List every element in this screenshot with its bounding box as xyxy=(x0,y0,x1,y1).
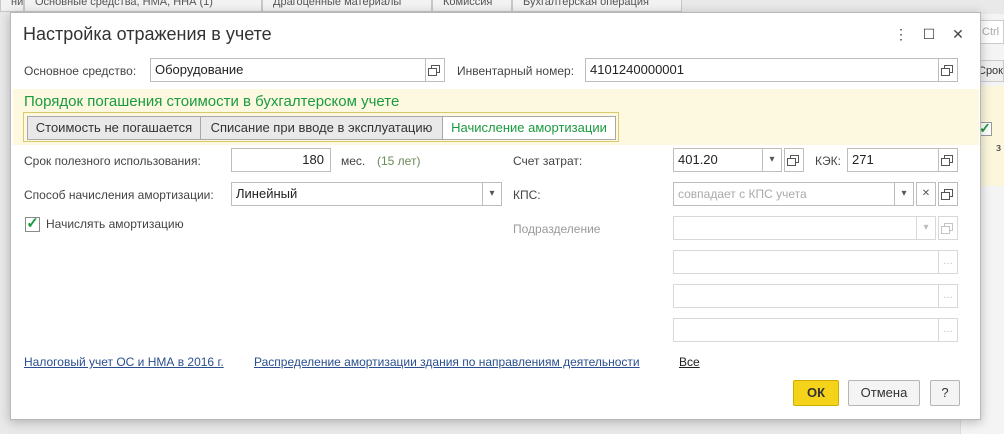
ok-button[interactable]: ОК xyxy=(793,380,839,406)
depreciation-distribution-link[interactable]: Распределение амортизации здания по напр… xyxy=(254,355,640,369)
useful-life-label: Срок полезного использования: xyxy=(24,154,201,168)
segment-write-off[interactable]: Списание при вводе в эксплуатацию xyxy=(200,116,443,140)
department-dropdown-button[interactable]: ▾ xyxy=(916,216,936,240)
kps-label: КПС: xyxy=(513,188,541,202)
kps-field[interactable]: совпадает с КПС учета xyxy=(673,182,895,206)
background-label: з xyxy=(996,142,1002,154)
cost-account-open-button[interactable] xyxy=(784,148,804,172)
accrue-checkbox[interactable]: ✓ xyxy=(25,216,40,232)
kek-open-button[interactable] xyxy=(938,148,958,172)
open-icon xyxy=(940,223,953,234)
cost-account-field[interactable]: 401.20 xyxy=(673,148,763,172)
kek-field[interactable]: 271 xyxy=(847,148,939,172)
dialog-title: Настройка отражения в учете xyxy=(23,24,272,44)
useful-life-hint: (15 лет) xyxy=(377,154,421,168)
extra-select-button[interactable]: … xyxy=(938,250,958,274)
clear-icon: ✕ xyxy=(921,188,931,199)
extra-select-button[interactable]: … xyxy=(938,284,958,308)
bg-tab[interactable]: Комиссия xyxy=(432,0,512,12)
cost-account-label: Счет затрат: xyxy=(513,154,583,168)
open-icon xyxy=(940,189,953,200)
department-field[interactable] xyxy=(673,216,917,240)
inventory-open-button[interactable] xyxy=(938,58,958,82)
bg-tab[interactable]: ния xyxy=(0,0,24,12)
asset-field[interactable]: Оборудование xyxy=(150,58,426,82)
useful-life-field[interactable]: 180 xyxy=(231,148,331,172)
settings-dialog: Настройка отражения в учете ⋮ ☐ ✕ Основн… xyxy=(10,12,981,420)
extra-field[interactable] xyxy=(673,284,939,308)
ellipsis-icon: … xyxy=(943,290,953,301)
depreciation-mode-switch: Стоимость не погашается Списание при вво… xyxy=(23,112,619,142)
extra-select-button[interactable]: … xyxy=(938,318,958,342)
inventory-label: Инвентарный номер: xyxy=(457,64,575,78)
extra-field[interactable] xyxy=(673,250,939,274)
all-link[interactable]: Все xyxy=(679,355,700,369)
kps-clear-button[interactable]: ✕ xyxy=(916,182,936,206)
method-label: Способ начисления амортизации: xyxy=(24,188,214,202)
accrue-label: Начислять амортизацию xyxy=(46,217,184,231)
method-select[interactable]: Линейный xyxy=(231,182,483,206)
asset-open-button[interactable] xyxy=(425,58,445,82)
open-icon xyxy=(786,155,799,166)
method-dropdown-button[interactable]: ▾ xyxy=(482,182,502,206)
chevron-down-icon: ▾ xyxy=(769,154,775,165)
useful-life-unit: мес. xyxy=(341,154,366,168)
open-icon xyxy=(940,65,953,76)
cost-account-dropdown-button[interactable]: ▾ xyxy=(762,148,782,172)
background-search-input[interactable]: Ctrl xyxy=(978,20,1004,44)
ellipsis-icon: … xyxy=(943,256,953,267)
bg-tab[interactable]: Основные средства, НМА, ННА (1) xyxy=(24,0,262,12)
segment-depreciation[interactable]: Начисление амортизации xyxy=(442,116,616,140)
tax-accounting-link[interactable]: Налоговый учет ОС и НМА в 2016 г. xyxy=(24,355,224,369)
section-title: Порядок погашения стоимости в бухгалтерс… xyxy=(24,93,400,110)
bg-tab[interactable]: Бухгалтерская операция xyxy=(512,0,682,12)
maximize-icon[interactable]: ☐ xyxy=(920,25,938,43)
kps-open-button[interactable] xyxy=(938,182,958,206)
help-button[interactable]: ? xyxy=(930,380,960,406)
cancel-button[interactable]: Отмена xyxy=(848,380,920,406)
segment-not-repaid[interactable]: Стоимость не погашается xyxy=(27,116,201,140)
chevron-down-icon: ▾ xyxy=(923,222,929,233)
extra-field[interactable] xyxy=(673,318,939,342)
department-open-button[interactable] xyxy=(938,216,958,240)
chevron-down-icon: ▾ xyxy=(489,188,495,199)
open-icon xyxy=(940,155,953,166)
kek-label: КЭК: xyxy=(815,154,841,168)
kps-dropdown-button[interactable]: ▾ xyxy=(894,182,914,206)
bg-tab[interactable]: Драгоценные материалы xyxy=(262,0,432,12)
asset-label: Основное средство: xyxy=(24,64,137,78)
background-tabs: ния Основные средства, НМА, ННА (1) Драг… xyxy=(0,0,1004,12)
inventory-field[interactable]: 4101240000001 xyxy=(585,58,939,82)
open-icon xyxy=(427,65,440,76)
close-icon[interactable]: ✕ xyxy=(949,25,967,43)
more-options-icon[interactable]: ⋮ xyxy=(892,25,910,43)
chevron-down-icon: ▾ xyxy=(901,188,907,199)
ellipsis-icon: … xyxy=(943,324,953,335)
department-label: Подразделение xyxy=(513,222,601,236)
